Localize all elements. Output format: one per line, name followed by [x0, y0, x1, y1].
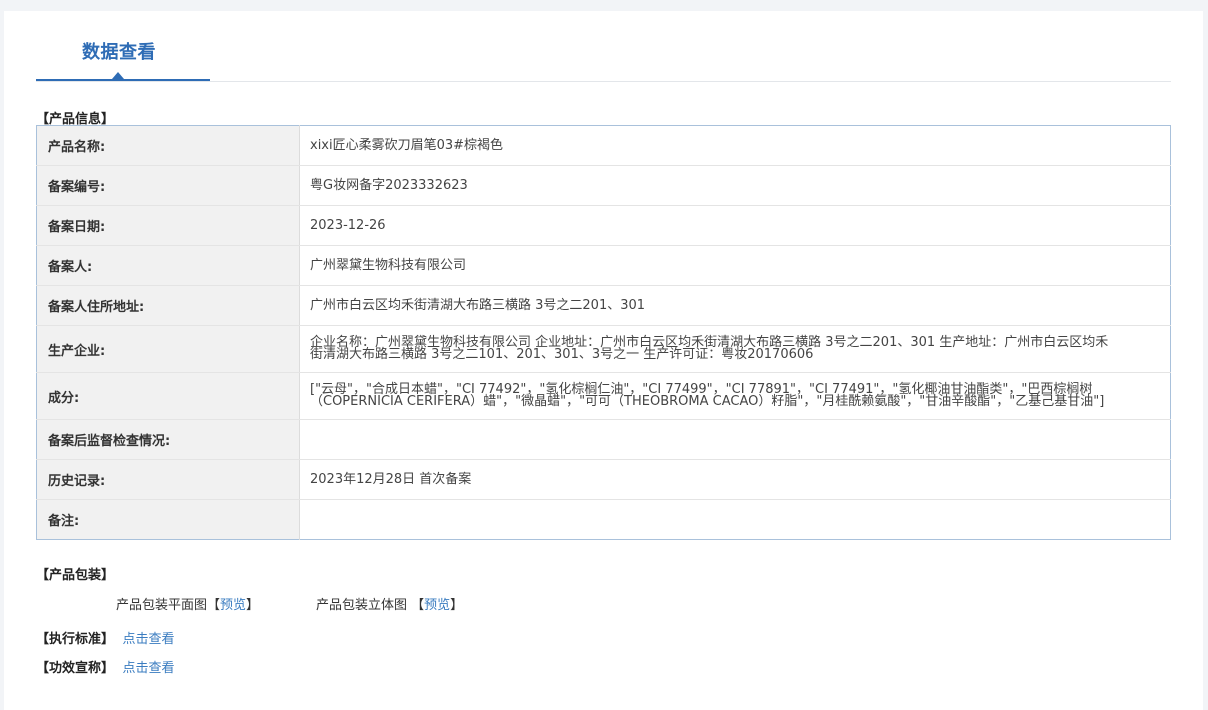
row-value-filing-date: 2023-12-26 [299, 205, 1171, 246]
efficacy-view-link[interactable]: 点击查看 [123, 661, 175, 676]
standard-title: 【执行标准】 [36, 632, 115, 647]
table-row: 备案后监督检查情况: [36, 419, 1171, 460]
packaging-flat-preview-link[interactable]: 预览 [220, 598, 246, 613]
packaging-flat-item: 产品包装平面图【预览】 [116, 594, 259, 613]
standard-view-link[interactable]: 点击查看 [123, 632, 175, 647]
bracket-open: 【 [411, 598, 425, 613]
packaging-solid-label: 产品包装立体图 [316, 598, 412, 613]
table-row: 备案日期: 2023-12-26 [36, 205, 1171, 246]
row-label-ingredients: 成分: [36, 372, 300, 420]
tab-data-view[interactable]: 数据查看 [36, 11, 210, 81]
row-value-history: 2023年12月28日 首次备案 [299, 459, 1171, 500]
row-label-filing-number: 备案编号: [36, 165, 300, 206]
tab-data-view-label: 数据查看 [82, 42, 156, 63]
row-value-filer: 广州翠黛生物科技有限公司 [299, 245, 1171, 286]
row-label-filer: 备案人: [36, 245, 300, 286]
tab-bar: 数据查看 [36, 11, 1171, 82]
table-row: 成分: ["云母"，"合成日本蜡"，"CI 77492"，"氢化棕榈仁油"，"C… [36, 372, 1171, 420]
standard-section: 【执行标准】 点击查看 [36, 628, 175, 647]
table-row: 备案人住所地址: 广州市白云区均禾街清湖大布路三横路 3号之二201、301 [36, 285, 1171, 326]
row-label-filer-address: 备案人住所地址: [36, 285, 300, 326]
row-label-post-inspection: 备案后监督检查情况: [36, 419, 300, 460]
row-value-ingredients: ["云母"，"合成日本蜡"，"CI 77492"，"氢化棕榈仁油"，"CI 77… [299, 372, 1171, 420]
product-info-table: 产品名称: xixi匠心柔雾砍刀眉笔03#棕褐色 备案编号: 粤G妆网备字202… [36, 125, 1171, 540]
row-value-manufacturer: 企业名称：广州翠黛生物科技有限公司 企业地址：广州市白云区均禾街清湖大布路三横路… [299, 325, 1171, 373]
bracket-close: 】 [246, 598, 260, 613]
row-label-manufacturer: 生产企业: [36, 325, 300, 373]
table-row: 产品名称: xixi匠心柔雾砍刀眉笔03#棕褐色 [36, 125, 1171, 166]
row-label-product-name: 产品名称: [36, 125, 300, 166]
content-panel: 数据查看 【产品信息】 产品名称: xixi匠心柔雾砍刀眉笔03#棕褐色 备案编… [4, 11, 1203, 710]
row-value-post-inspection [299, 419, 1171, 460]
row-label-remarks: 备注: [36, 499, 300, 540]
table-row: 备注: [36, 499, 1171, 540]
row-value-filer-address: 广州市白云区均禾街清湖大布路三横路 3号之二201、301 [299, 285, 1171, 326]
efficacy-section: 【功效宣称】 点击查看 [36, 657, 175, 676]
efficacy-title: 【功效宣称】 [36, 661, 115, 676]
row-label-filing-date: 备案日期: [36, 205, 300, 246]
table-row: 生产企业: 企业名称：广州翠黛生物科技有限公司 企业地址：广州市白云区均禾街清湖… [36, 325, 1171, 373]
packaging-solid-item: 产品包装立体图 【预览】 [316, 594, 463, 613]
table-row: 历史记录: 2023年12月28日 首次备案 [36, 459, 1171, 500]
row-value-remarks [300, 500, 1171, 540]
row-value-filing-number: 粤G妆网备字2023332623 [299, 165, 1171, 206]
row-label-history: 历史记录: [36, 459, 300, 500]
bracket-close: 】 [450, 598, 464, 613]
bracket-open: 【 [207, 598, 221, 613]
packaging-flat-label: 产品包装平面图 [116, 598, 208, 613]
row-value-product-name: xixi匠心柔雾砍刀眉笔03#棕褐色 [299, 125, 1171, 166]
table-row: 备案人: 广州翠黛生物科技有限公司 [36, 245, 1171, 286]
packaging-title: 【产品包装】 [36, 568, 115, 583]
tab-caret-icon [112, 72, 124, 79]
table-row: 备案编号: 粤G妆网备字2023332623 [36, 165, 1171, 206]
packaging-solid-preview-link[interactable]: 预览 [424, 598, 450, 613]
